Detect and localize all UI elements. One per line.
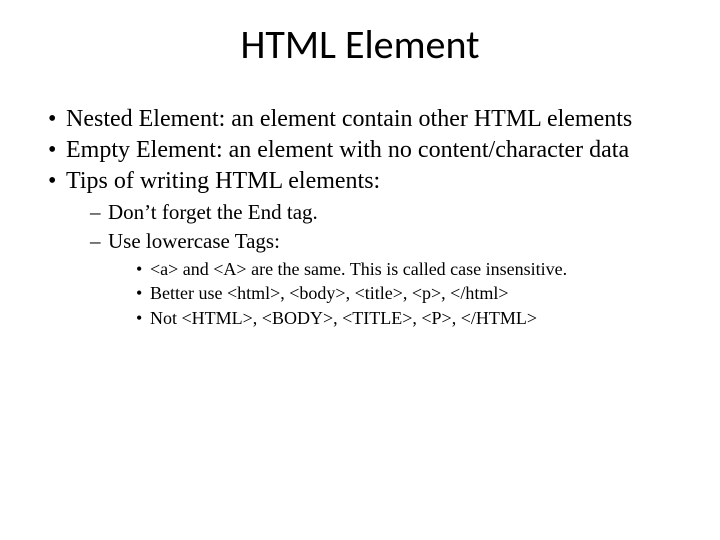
- list-item: Not <HTML>, <BODY>, <TITLE>, <P>, </HTML…: [136, 307, 688, 330]
- list-item: Don’t forget the End tag.: [90, 199, 688, 225]
- list-item: Use lowercase Tags: <a> and <A> are the …: [90, 228, 688, 330]
- list-item: Tips of writing HTML elements: Don’t for…: [48, 167, 688, 330]
- bullet-list-level2: Don’t forget the End tag. Use lowercase …: [66, 199, 688, 329]
- bullet-list-level1: Nested Element: an element contain other…: [32, 105, 688, 329]
- bullet-text: Don’t forget the End tag.: [108, 200, 318, 224]
- bullet-text: Better use <html>, <body>, <title>, <p>,…: [150, 283, 509, 303]
- list-item: <a> and <A> are the same. This is called…: [136, 258, 688, 281]
- bullet-text: Tips of writing HTML elements:: [66, 168, 380, 194]
- list-item: Nested Element: an element contain other…: [48, 105, 688, 134]
- bullet-text: Empty Element: an element with no conten…: [66, 137, 629, 163]
- bullet-text: <a> and <A> are the same. This is called…: [150, 259, 567, 279]
- slide-title: HTML Element: [32, 20, 688, 69]
- list-item: Empty Element: an element with no conten…: [48, 136, 688, 165]
- bullet-list-level3: <a> and <A> are the same. This is called…: [108, 258, 688, 330]
- bullet-text: Use lowercase Tags:: [108, 229, 280, 253]
- bullet-text: Not <HTML>, <BODY>, <TITLE>, <P>, </HTML…: [150, 308, 537, 328]
- bullet-text: Nested Element: an element contain other…: [66, 106, 632, 132]
- list-item: Better use <html>, <body>, <title>, <p>,…: [136, 282, 688, 305]
- slide: HTML Element Nested Element: an element …: [0, 0, 720, 540]
